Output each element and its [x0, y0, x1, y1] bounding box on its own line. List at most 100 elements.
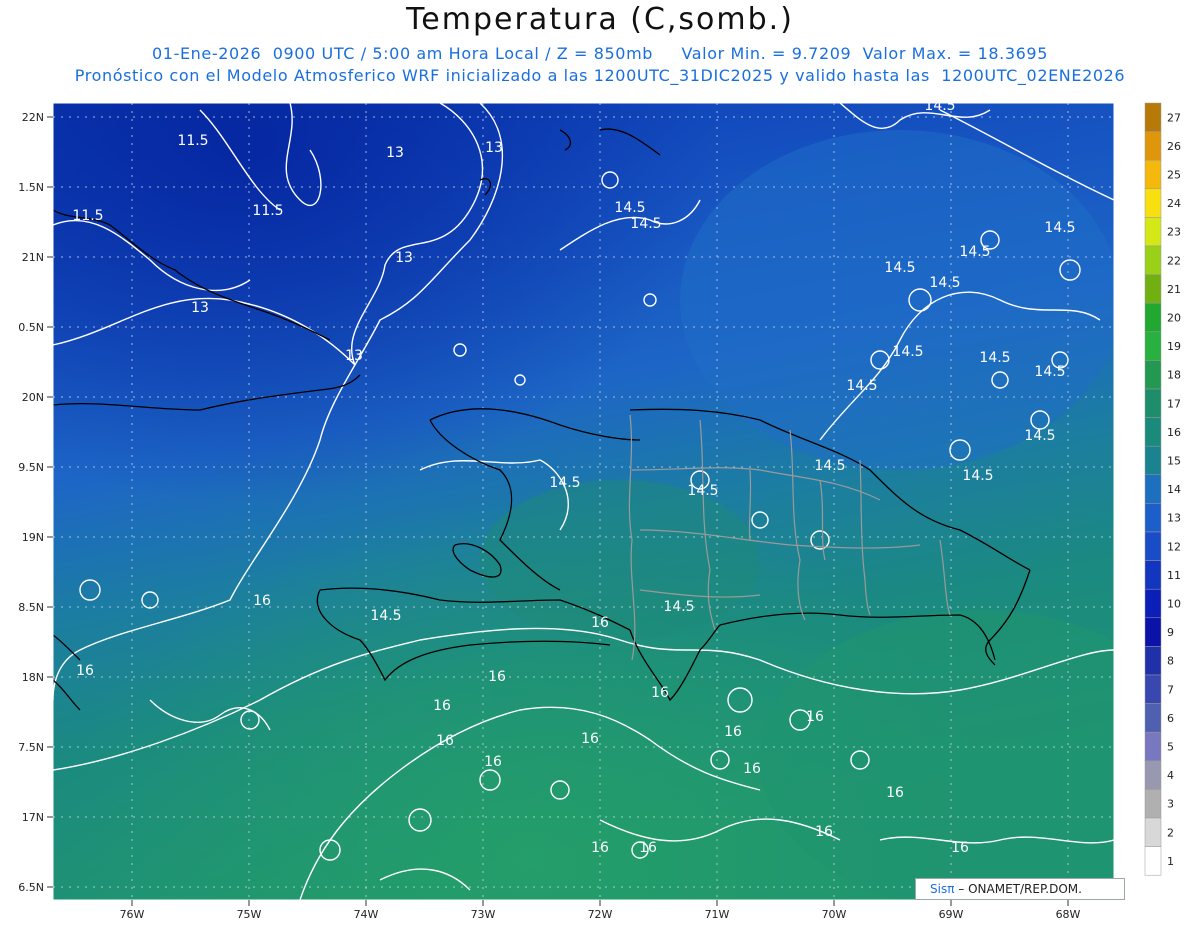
contour-label: 11.5	[252, 203, 283, 219]
colorbar-level-label: 6	[1167, 712, 1174, 725]
contour-label: 16	[76, 663, 94, 679]
colorbar-level-label: 27	[1167, 111, 1181, 124]
lon-tick-label: 71W	[705, 908, 730, 921]
contour-label: 14.5	[663, 599, 694, 615]
colorbar-swatch	[1144, 360, 1162, 390]
contour-label: 13	[345, 348, 363, 364]
colorbar-level-label: 16	[1167, 426, 1181, 439]
colorbar-level-label: 19	[1167, 340, 1181, 353]
contour-label: 13	[386, 145, 404, 161]
longitude-axis: 76W 75W 74W 73W 72W 71W 70W 69W 68W	[120, 900, 1081, 921]
contour-label: 13	[395, 250, 413, 266]
colorbar-level-label: 14	[1167, 483, 1181, 496]
lat-tick-label: 7.5N	[18, 741, 44, 754]
colorbar-level-label: 11	[1167, 569, 1181, 582]
credit-text: – ONAMET/REP.DOM.	[958, 882, 1082, 896]
colorbar-level-label: 13	[1167, 512, 1181, 525]
colorbar-swatch	[1144, 474, 1162, 504]
contour-label: 16	[581, 731, 599, 747]
contour-label: 16	[484, 754, 502, 770]
contour-label: 14.5	[1024, 428, 1055, 444]
colorbar-swatch	[1144, 445, 1162, 476]
contour-label: 14.5	[979, 350, 1010, 366]
lat-tick-label: 1.5N	[18, 181, 44, 194]
contour-label: 16	[886, 785, 904, 801]
colorbar-level-label: 23	[1167, 226, 1181, 239]
contour-label: 13	[191, 300, 209, 316]
contour-label: 16	[591, 840, 609, 856]
colorbar-swatch	[1144, 531, 1162, 561]
contour-label: 16	[743, 761, 761, 777]
contour-label: 14.5	[924, 98, 955, 114]
contour-label: 14.5	[846, 378, 877, 394]
colorbar-swatch	[1144, 503, 1162, 533]
colorbar-swatch	[1144, 674, 1162, 704]
lat-tick-label: 20N	[22, 391, 44, 404]
latitude-axis: 22N 1.5N 21N 0.5N 20N 9.5N 19N 8.5N 18N 7.5N 17N 6.…	[18, 111, 53, 894]
contour-label: 16	[253, 593, 271, 609]
lon-tick-label: 74W	[354, 908, 379, 921]
colorbar-swatch	[1144, 846, 1162, 876]
colorbar-level-label: 5	[1167, 741, 1174, 754]
colorbar-swatch	[1144, 102, 1162, 132]
shaded-temperature-field	[53, 103, 1114, 900]
colorbar-swatch	[1144, 388, 1162, 418]
colorbar-level-label: 15	[1167, 455, 1181, 468]
contour-label: 14.5	[1034, 364, 1065, 380]
colorbar-swatch	[1144, 417, 1162, 447]
colorbar-swatch	[1144, 159, 1162, 190]
temperature-map: 11.511.511.51313 13131314.514.514.514.514…	[18, 98, 1181, 921]
colorbar-swatch	[1144, 217, 1162, 247]
colorbar-swatch	[1144, 188, 1162, 218]
colorbar-level-label: 1	[1167, 855, 1174, 868]
colorbar-swatch	[1144, 789, 1162, 819]
colorbar-level-label: 18	[1167, 369, 1181, 382]
lon-tick-label: 69W	[939, 908, 964, 921]
colorbar-swatch	[1144, 331, 1162, 361]
contour-label: 14.5	[959, 244, 990, 260]
colorbar-level-label: 25	[1167, 169, 1181, 182]
colorbar-level-label: 26	[1167, 140, 1181, 153]
colorbar-level-label: 10	[1167, 598, 1181, 611]
lat-tick-label: 19N	[22, 531, 44, 544]
contour-label: 11.5	[177, 133, 208, 149]
lat-tick-label: 0.5N	[18, 321, 44, 334]
colorbar-level-label: 9	[1167, 626, 1174, 639]
colorbar-level-label: 7	[1167, 683, 1174, 696]
contour-label: 16	[488, 669, 506, 685]
colorbar-swatch	[1144, 588, 1162, 619]
colorbar-level-label: 21	[1167, 283, 1181, 296]
contour-label: 14.5	[1044, 220, 1075, 236]
contour-label: 14.5	[370, 608, 401, 624]
colorbar-level-label: 17	[1167, 397, 1181, 410]
contour-label: 14.5	[962, 468, 993, 484]
lat-tick-label: 8.5N	[18, 601, 44, 614]
contour-label: 16	[433, 698, 451, 714]
lat-tick-label: 6.5N	[18, 881, 44, 894]
contour-label: 14.5	[929, 275, 960, 291]
colorbar-level-label: 20	[1167, 312, 1181, 325]
colorbar-level-label: 8	[1167, 655, 1174, 668]
lon-tick-label: 70W	[822, 908, 847, 921]
lon-tick-label: 72W	[588, 908, 613, 921]
contour-label: 14.5	[614, 200, 645, 216]
colorbar-swatch	[1144, 731, 1162, 762]
colorbar-swatch	[1144, 274, 1162, 304]
contour-label: 14.5	[630, 216, 661, 232]
contour-label: 13	[485, 140, 503, 156]
contour-label: 16	[639, 840, 657, 856]
colorbar-swatch	[1144, 703, 1162, 733]
contour-label: 16	[724, 724, 742, 740]
colorbar-swatch	[1144, 302, 1162, 333]
contour-label: 14.5	[549, 475, 580, 491]
colorbar-swatch	[1144, 131, 1162, 161]
lon-tick-label: 75W	[237, 908, 262, 921]
contour-label: 14.5	[814, 458, 845, 474]
contour-label: 16	[806, 709, 824, 725]
contour-label: 16	[651, 685, 669, 701]
colorbar-level-label: 12	[1167, 540, 1181, 553]
colorbar-level-label: 22	[1167, 254, 1181, 267]
contour-label: 14.5	[884, 260, 915, 276]
colorbar-swatch	[1144, 646, 1162, 676]
lat-tick-label: 22N	[22, 111, 44, 124]
